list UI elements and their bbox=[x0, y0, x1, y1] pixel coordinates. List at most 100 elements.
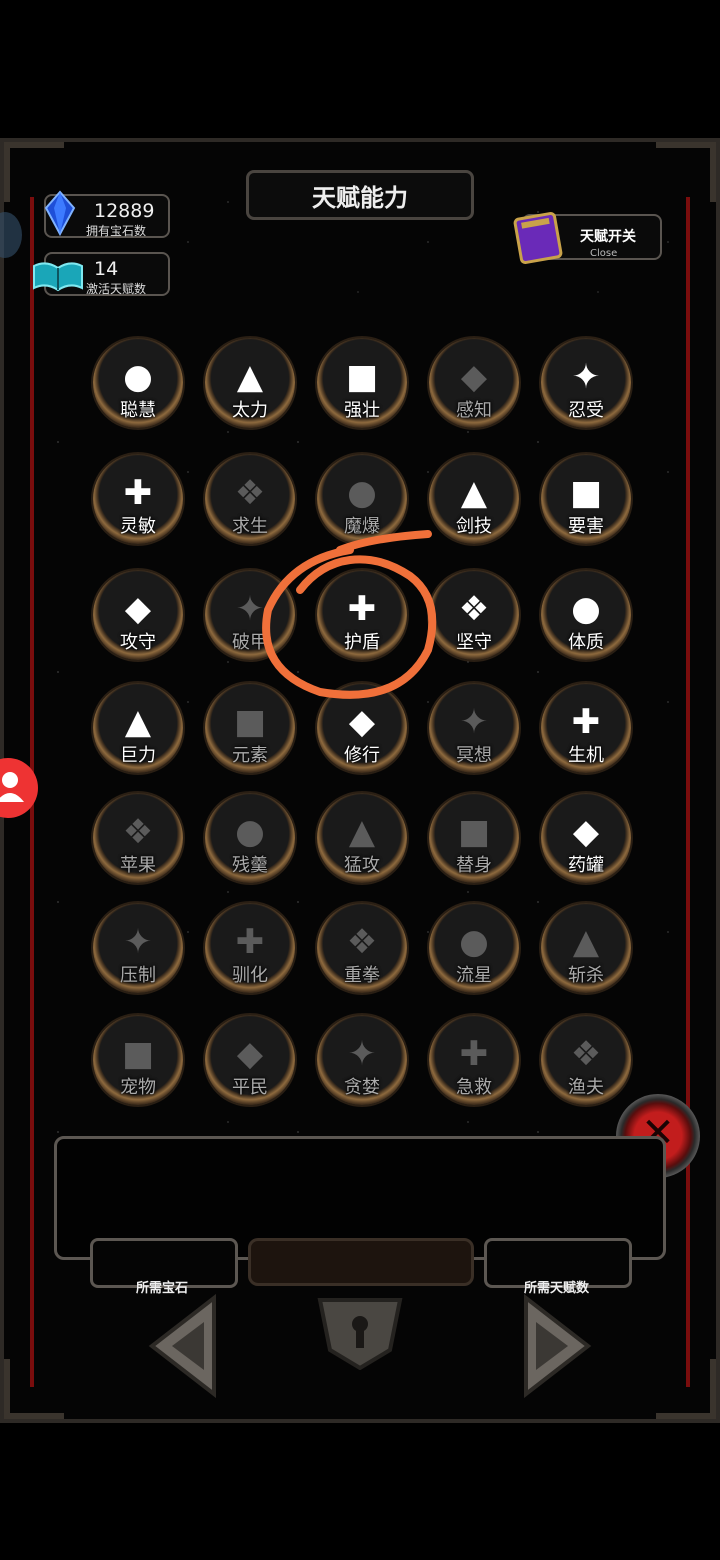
talent-name: 元素 bbox=[232, 745, 268, 766]
talent-name: 感知 bbox=[456, 400, 492, 421]
talent-name: 巨力 bbox=[120, 745, 156, 766]
talent-fisherman[interactable]: ❖ 渔夫 bbox=[541, 1015, 631, 1105]
talent-greedy-book[interactable]: ✦ 贪婪 bbox=[317, 1015, 407, 1105]
gem-count-value: 12889 bbox=[94, 200, 155, 222]
talent-name: 坚守 bbox=[456, 632, 492, 653]
gem-count-label: 拥有宝石数 bbox=[86, 224, 147, 238]
talent-name: 贪婪 bbox=[344, 1077, 380, 1098]
svg-text:◆: ◆ bbox=[573, 812, 600, 852]
talent-meteor[interactable]: ● 流星 bbox=[429, 903, 519, 993]
svg-text:✦: ✦ bbox=[124, 922, 153, 962]
svg-text:❖: ❖ bbox=[235, 473, 265, 513]
svg-text:■: ■ bbox=[122, 1034, 154, 1074]
talent-name: 替身 bbox=[456, 855, 492, 876]
gem-count-box: 12889 拥有宝石数 bbox=[44, 190, 170, 238]
talent-name: 药罐 bbox=[568, 855, 604, 876]
unlock-slot[interactable] bbox=[248, 1238, 474, 1286]
talent-name: 宠物 bbox=[120, 1077, 156, 1098]
talent-name: 驯化 bbox=[232, 965, 268, 986]
svg-text:❖: ❖ bbox=[347, 922, 377, 962]
talent-fist[interactable]: ▲ 巨力 bbox=[93, 683, 183, 773]
talent-apple[interactable]: ❖ 苹果 bbox=[93, 793, 183, 883]
active-talents-box: 14 激活天赋数 bbox=[33, 252, 170, 296]
open-book-icon bbox=[33, 262, 83, 292]
svg-text:◆: ◆ bbox=[125, 589, 152, 629]
talent-strong-torso[interactable]: ▲ 太力 bbox=[205, 338, 295, 428]
talent-toggle-button[interactable]: 天赋开关 Close bbox=[513, 211, 662, 265]
talent-demon-face[interactable]: ✦ 压制 bbox=[93, 903, 183, 993]
talent-sword[interactable]: ▲ 剑技 bbox=[429, 454, 519, 544]
talent-name: 体质 bbox=[568, 632, 604, 653]
prev-arrow-button[interactable] bbox=[146, 1294, 226, 1398]
talent-name: 压制 bbox=[120, 965, 156, 986]
talent-name: 残羹 bbox=[232, 855, 268, 876]
talent-tower-heart[interactable]: ❖ 坚守 bbox=[429, 570, 519, 660]
svg-text:❖: ❖ bbox=[123, 812, 153, 852]
talent-name: 渔夫 bbox=[568, 1077, 604, 1098]
talent-burst[interactable]: ■ 要害 bbox=[541, 454, 631, 544]
active-talents-label: 激活天赋数 bbox=[86, 282, 147, 296]
svg-text:▲: ▲ bbox=[237, 357, 264, 397]
talent-name: 苹果 bbox=[120, 855, 156, 876]
talent-pill[interactable]: ◆ 药罐 bbox=[541, 793, 631, 883]
talent-name: 太力 bbox=[232, 400, 268, 421]
active-talents-value: 14 bbox=[94, 258, 119, 280]
talent-name: 灵敏 bbox=[120, 516, 156, 537]
talent-farmer[interactable]: ◆ 平民 bbox=[205, 1015, 295, 1105]
talent-punch[interactable]: ❖ 重拳 bbox=[317, 903, 407, 993]
talent-hooded-face[interactable]: ✚ 灵敏 bbox=[93, 454, 183, 544]
svg-text:●: ● bbox=[571, 589, 601, 629]
svg-text:●: ● bbox=[347, 473, 377, 513]
talent-atom-eye[interactable]: ◆ 感知 bbox=[429, 338, 519, 428]
talent-first-aid[interactable]: ✚ 急救 bbox=[429, 1015, 519, 1105]
talent-fish-bone[interactable]: ● 残羹 bbox=[205, 793, 295, 883]
svg-text:✚: ✚ bbox=[460, 1034, 489, 1074]
talent-name: 斩杀 bbox=[568, 965, 604, 986]
svg-text:▲: ▲ bbox=[461, 473, 488, 513]
talent-name: 修行 bbox=[344, 745, 380, 766]
svg-text:●: ● bbox=[235, 812, 265, 852]
talent-muscle-man[interactable]: ■ 强壮 bbox=[317, 338, 407, 428]
talent-tentacle[interactable]: ✦ 忍受 bbox=[541, 338, 631, 428]
svg-text:✚: ✚ bbox=[124, 473, 153, 513]
talent-name: 聪慧 bbox=[120, 400, 156, 421]
svg-text:▲: ▲ bbox=[573, 922, 600, 962]
talent-crossed-swords[interactable]: ▲ 猛攻 bbox=[317, 793, 407, 883]
talent-thumbs-down[interactable]: ▲ 斩杀 bbox=[541, 903, 631, 993]
talent-bird[interactable]: ■ 宠物 bbox=[93, 1015, 183, 1105]
talent-name: 猛攻 bbox=[344, 855, 380, 876]
svg-text:▲: ▲ bbox=[125, 702, 152, 742]
svg-text:●: ● bbox=[459, 922, 489, 962]
next-arrow-button[interactable] bbox=[514, 1294, 594, 1398]
talent-meditate[interactable]: ● 聪慧 bbox=[93, 338, 183, 428]
talent-name: 流星 bbox=[456, 965, 492, 986]
talent-sprout[interactable]: ✚ 生机 bbox=[541, 683, 631, 773]
svg-text:▲: ▲ bbox=[349, 812, 376, 852]
blue-gem-icon bbox=[44, 190, 76, 236]
corner-ornament bbox=[656, 142, 716, 202]
talent-knight-sword[interactable]: ◆ 攻守 bbox=[93, 570, 183, 660]
svg-text:❖: ❖ bbox=[571, 1034, 601, 1074]
svg-text:✦: ✦ bbox=[348, 1034, 377, 1074]
user-icon bbox=[0, 772, 24, 802]
orange-circle-highlight bbox=[262, 530, 437, 699]
corner-ornament bbox=[656, 1359, 716, 1419]
talent-name: 生机 bbox=[568, 745, 604, 766]
side-avatar-button[interactable] bbox=[0, 758, 38, 818]
talent-name: 攻守 bbox=[120, 632, 156, 653]
svg-text:✦: ✦ bbox=[460, 702, 489, 742]
right-red-border bbox=[686, 197, 690, 1387]
svg-text:●: ● bbox=[123, 357, 153, 397]
talent-heart-shield[interactable]: ● 体质 bbox=[541, 570, 631, 660]
svg-text:■: ■ bbox=[346, 357, 378, 397]
talent-puppet[interactable]: ■ 替身 bbox=[429, 793, 519, 883]
talent-name: 剑技 bbox=[456, 516, 492, 537]
talent-levitate[interactable]: ✦ 冥想 bbox=[429, 683, 519, 773]
svg-text:■: ■ bbox=[458, 812, 490, 852]
talent-paw[interactable]: ✚ 驯化 bbox=[205, 903, 295, 993]
talent-name: 重拳 bbox=[344, 965, 380, 986]
talent-toggle-label: 天赋开关 bbox=[580, 229, 636, 245]
svg-text:◆: ◆ bbox=[237, 1034, 264, 1074]
svg-text:✦: ✦ bbox=[572, 357, 601, 397]
svg-text:✚: ✚ bbox=[572, 702, 601, 742]
